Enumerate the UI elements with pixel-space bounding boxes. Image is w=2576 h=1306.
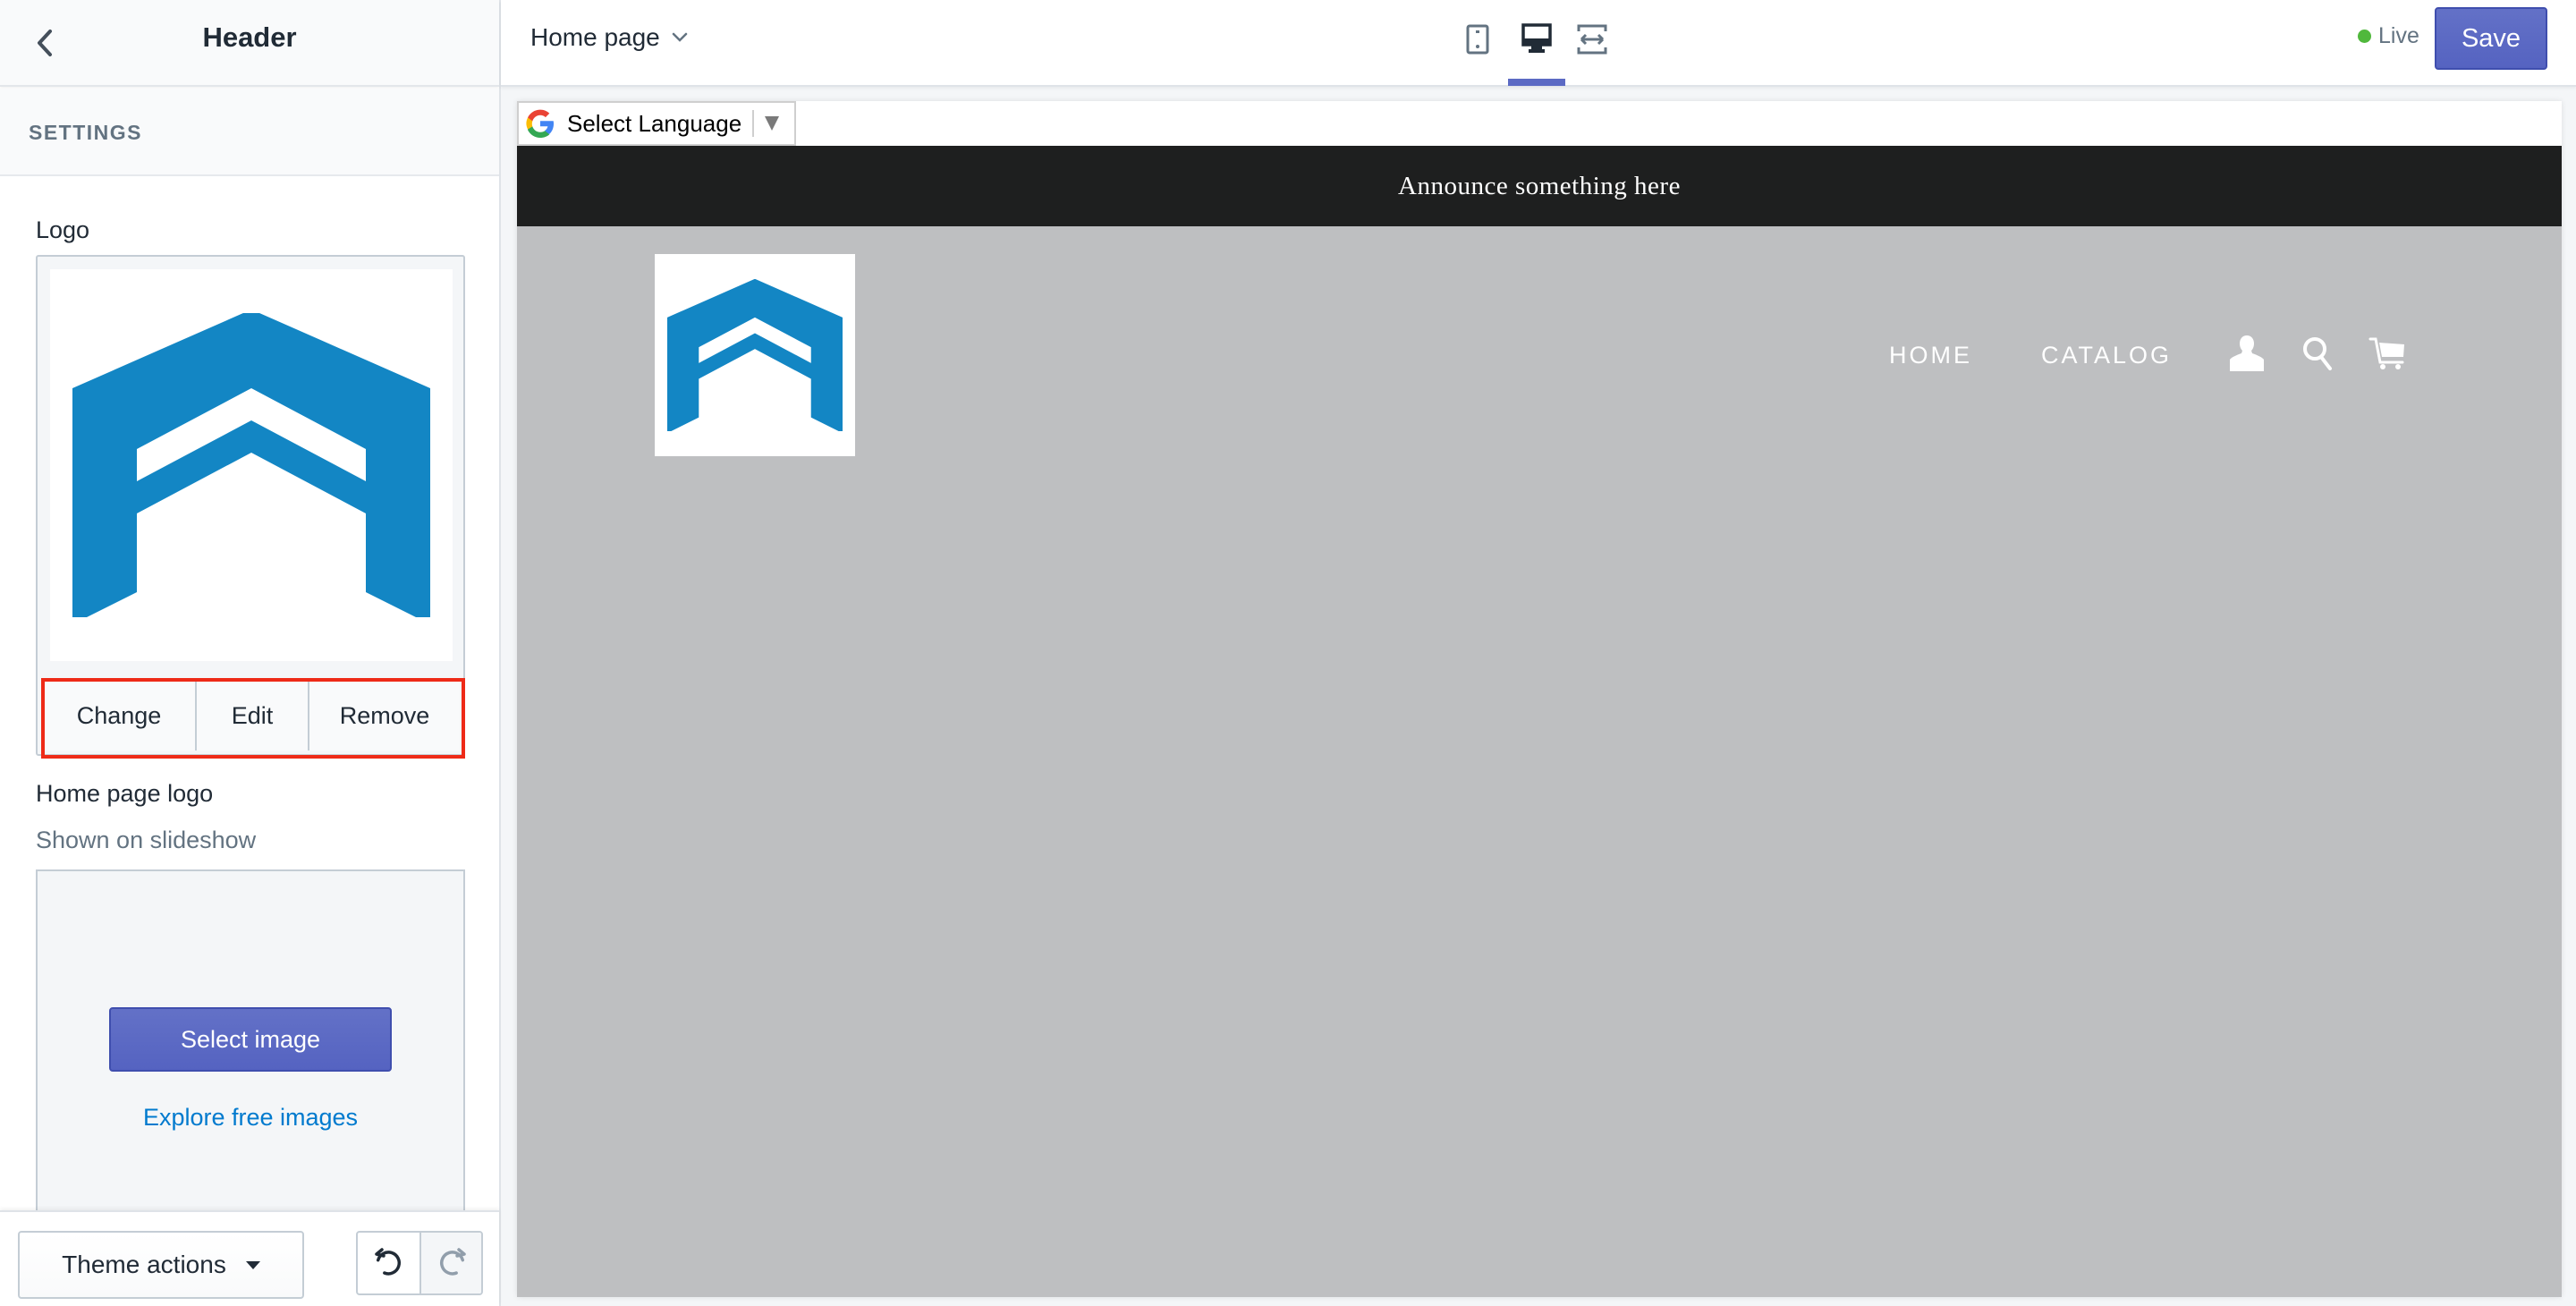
mobile-view-button[interactable] <box>1456 20 1499 59</box>
theme-actions-label: Theme actions <box>62 1251 226 1278</box>
brand-logo-icon <box>72 313 430 617</box>
caret-down-icon <box>245 1260 260 1269</box>
logo-action-group: Change Edit Remove <box>43 679 460 751</box>
announcement-bar[interactable]: Announce something here <box>517 146 2562 226</box>
home-page-logo-help: Shown on slideshow <box>36 827 257 853</box>
account-button[interactable] <box>2225 332 2268 375</box>
fullscreen-view-button[interactable] <box>1571 20 1614 59</box>
store-logo[interactable] <box>655 254 855 456</box>
search-icon <box>2303 337 2332 370</box>
logo-picker: Change Edit Remove <box>36 255 465 756</box>
live-dot-icon <box>2358 30 2371 43</box>
desktop-icon <box>1521 23 1552 53</box>
chevron-down-icon <box>672 32 688 42</box>
cart-icon <box>2368 337 2404 369</box>
select-language-dropdown[interactable]: Select Language <box>517 101 796 146</box>
dropdown-arrow-icon <box>765 116 780 131</box>
remove-logo-button[interactable]: Remove <box>308 681 460 751</box>
edit-logo-button[interactable]: Edit <box>195 681 308 751</box>
home-page-logo-picker: Select image Explore free images <box>36 869 465 1245</box>
settings-section-header: SETTINGS <box>0 89 499 176</box>
nav-home-link[interactable]: HOME <box>1889 342 1972 369</box>
theme-editor-sidebar: Header SETTINGS Logo Change Edit Remove … <box>0 0 501 1306</box>
page-selector-label: Home page <box>530 23 660 51</box>
logo-label: Logo <box>36 216 90 243</box>
undo-icon <box>374 1248 401 1276</box>
home-page-logo-label: Home page logo <box>36 780 214 807</box>
select-language-label: Select Language <box>567 109 742 137</box>
logo-image <box>50 269 453 661</box>
fullscreen-icon <box>1577 24 1607 55</box>
live-label: Live <box>2378 23 2419 48</box>
translate-bar: Select Language <box>517 101 2562 146</box>
select-image-button[interactable]: Select image <box>109 1007 392 1072</box>
explore-free-images-link[interactable]: Explore free images <box>38 1104 463 1132</box>
undo-button[interactable] <box>358 1233 419 1293</box>
active-device-indicator <box>1508 79 1565 86</box>
settings-label: SETTINGS <box>29 121 143 144</box>
live-status: Live <box>2358 23 2419 49</box>
account-icon <box>2230 335 2264 371</box>
redo-button[interactable] <box>419 1233 481 1293</box>
sidebar-title: Header <box>202 21 297 53</box>
page-selector[interactable]: Home page <box>530 20 689 55</box>
save-button[interactable]: Save <box>2435 7 2547 70</box>
editor-top-bar: Home page Live Save <box>501 0 2576 87</box>
undo-redo-group <box>356 1231 483 1295</box>
divider <box>752 110 755 137</box>
nav-catalog-link[interactable]: CATALOG <box>2041 342 2172 369</box>
sidebar-footer: Theme actions <box>0 1210 499 1306</box>
storefront-preview: Select Language Announce something here … <box>517 101 2562 1297</box>
cart-button[interactable] <box>2367 332 2410 375</box>
announcement-text: Announce something here <box>1398 171 1681 200</box>
redo-icon <box>439 1248 466 1276</box>
desktop-view-button[interactable] <box>1515 20 1558 59</box>
brand-logo-icon <box>667 279 843 431</box>
google-icon <box>526 109 554 138</box>
search-button[interactable] <box>2297 332 2340 375</box>
theme-actions-button[interactable]: Theme actions <box>18 1231 304 1299</box>
mobile-icon <box>1466 24 1489 55</box>
change-logo-button[interactable]: Change <box>43 681 195 751</box>
sidebar-header: Header <box>0 0 499 87</box>
